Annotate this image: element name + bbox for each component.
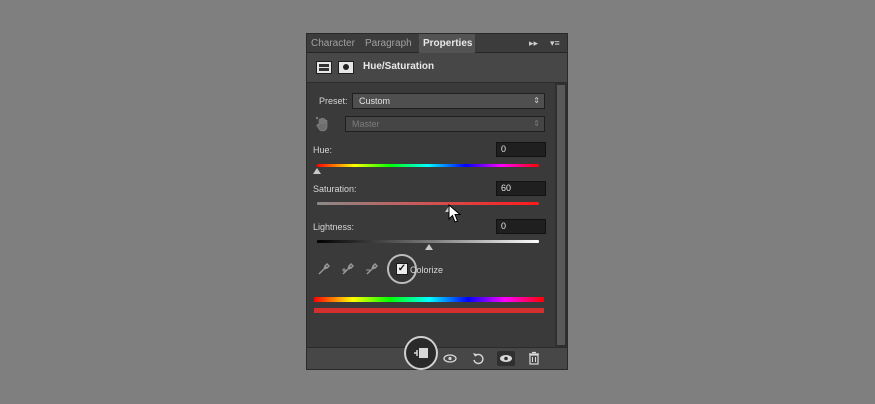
lightness-slider-thumb[interactable] bbox=[425, 244, 433, 250]
eyedropper-subtract-icon[interactable] bbox=[365, 262, 379, 276]
layer-mask-icon[interactable] bbox=[338, 61, 354, 74]
trash-icon[interactable] bbox=[525, 351, 543, 366]
lightness-slider-track[interactable] bbox=[317, 240, 539, 243]
mouse-cursor-icon bbox=[448, 204, 462, 223]
adjustment-controls: Preset: Custom ⇕ Master ⇕ Hue: 0 Saturat… bbox=[307, 83, 555, 347]
tab-properties[interactable]: Properties bbox=[419, 34, 475, 53]
colorize-label: Colorize bbox=[410, 265, 444, 275]
collapse-panel-icon[interactable]: ▸▸ bbox=[529, 38, 538, 48]
scrollbar-thumb[interactable] bbox=[557, 85, 565, 345]
adjustment-layer-icon[interactable] bbox=[316, 61, 332, 74]
eyedropper-add-icon[interactable] bbox=[341, 262, 355, 276]
hue-slider-track[interactable] bbox=[317, 164, 539, 167]
lightness-input[interactable]: 0 bbox=[496, 219, 546, 234]
clip-to-layer-highlight bbox=[404, 336, 438, 370]
channel-value: Master bbox=[352, 119, 380, 129]
preset-value: Custom bbox=[359, 96, 391, 106]
select-arrows-icon: ⇕ bbox=[533, 119, 540, 128]
reset-icon[interactable] bbox=[469, 351, 487, 366]
targeted-adjustment-hand-icon[interactable] bbox=[315, 116, 331, 132]
adjustment-title: Hue/Saturation bbox=[363, 61, 435, 72]
select-arrows-icon: ⇕ bbox=[533, 96, 540, 105]
hue-input[interactable]: 0 bbox=[496, 142, 546, 157]
preset-select[interactable]: Custom ⇕ bbox=[352, 93, 545, 109]
tab-paragraph[interactable]: Paragraph bbox=[361, 34, 417, 53]
properties-panel: Character Paragraph Properties ▸▸ ▾≡ Hue… bbox=[306, 33, 568, 370]
colorize-checkbox[interactable]: ✓ bbox=[396, 263, 408, 275]
visibility-eye-icon[interactable] bbox=[497, 351, 515, 366]
hue-slider-thumb[interactable] bbox=[313, 168, 321, 174]
panel-tab-bar: Character Paragraph Properties ▸▸ ▾≡ bbox=[307, 34, 567, 53]
lightness-label: Lightness: bbox=[313, 222, 355, 232]
properties-header: Hue/Saturation bbox=[307, 53, 567, 83]
saturation-label: Saturation: bbox=[313, 184, 357, 194]
output-color-bar bbox=[314, 308, 544, 313]
input-color-bar bbox=[314, 297, 544, 302]
saturation-slider-track[interactable] bbox=[317, 202, 539, 205]
preset-label: Preset: bbox=[319, 96, 348, 106]
clip-to-layer-icon[interactable] bbox=[412, 346, 430, 360]
tab-character[interactable]: Character bbox=[307, 34, 359, 53]
eyedropper-icon[interactable] bbox=[317, 262, 331, 276]
hue-label: Hue: bbox=[313, 145, 333, 155]
panel-scrollbar[interactable] bbox=[555, 83, 567, 347]
saturation-input[interactable]: 60 bbox=[496, 181, 546, 196]
channel-select[interactable]: Master ⇕ bbox=[345, 116, 545, 132]
panel-menu-icon[interactable]: ▾≡ bbox=[550, 38, 560, 48]
view-previous-state-icon[interactable] bbox=[441, 351, 459, 366]
